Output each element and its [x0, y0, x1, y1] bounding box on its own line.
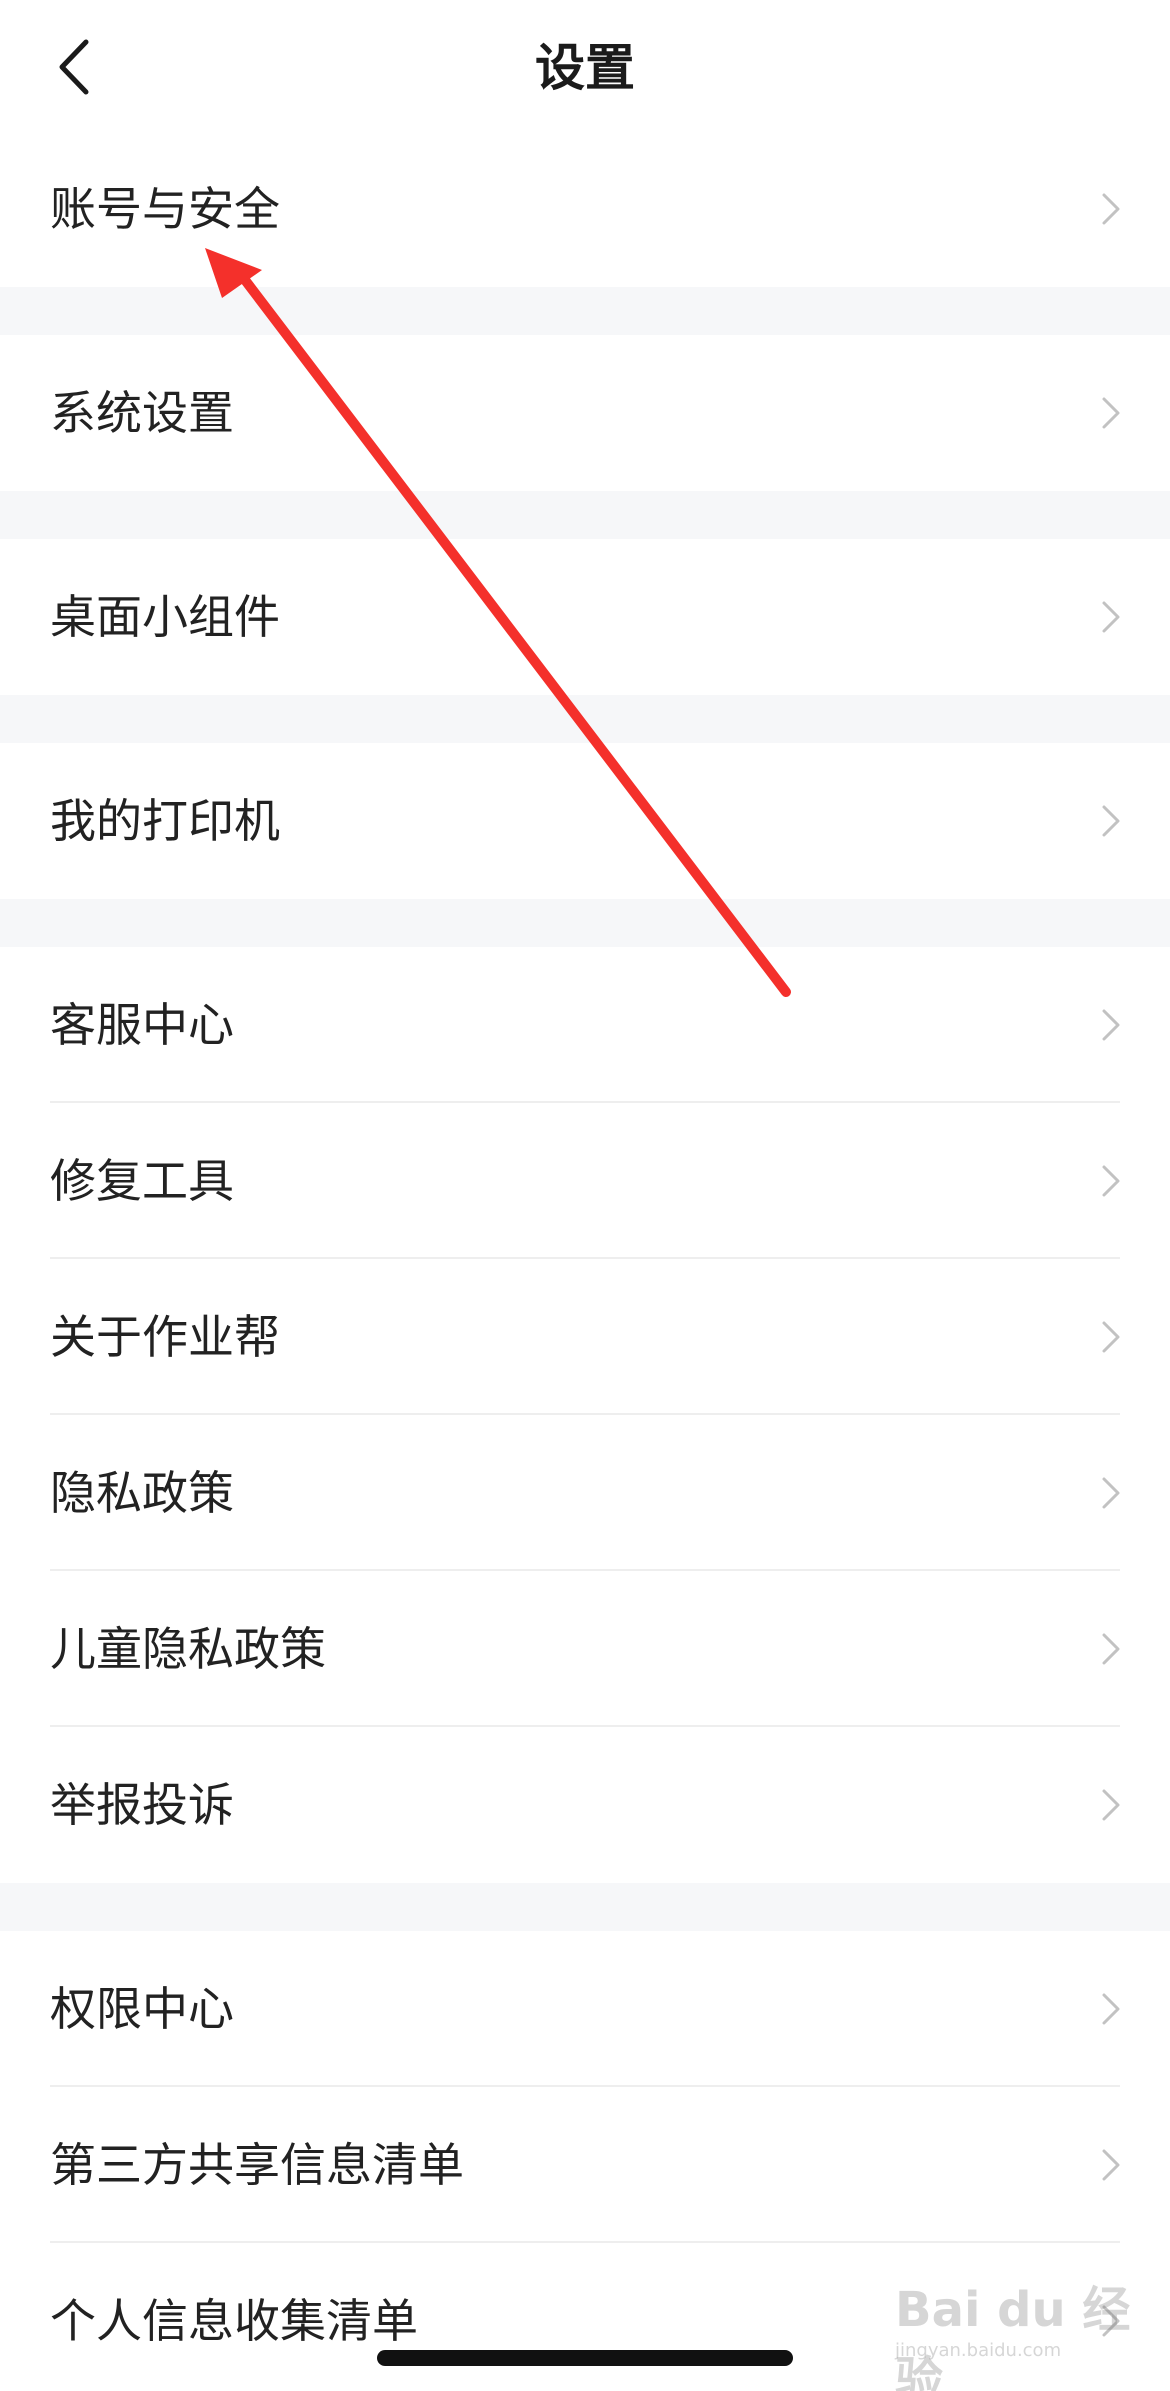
chevron-right-icon: [1100, 189, 1122, 229]
chevron-right-icon: [1100, 1473, 1122, 1513]
section-gap: [0, 695, 1170, 743]
watermark-domain: jingyan.baidu.com: [895, 2340, 1062, 2361]
settings-row-account-security[interactable]: 账号与安全: [0, 131, 1170, 287]
page-title: 设置: [535, 39, 635, 97]
chevron-right-icon: [1100, 1161, 1122, 1201]
settings-row-customer-service[interactable]: 客服中心: [0, 947, 1170, 1103]
chevron-right-icon: [1100, 1005, 1122, 1045]
nav-header: 设置: [0, 0, 1170, 130]
settings-row-privacy-policy[interactable]: 隐私政策: [0, 1415, 1170, 1571]
chevron-right-icon: [1100, 2145, 1122, 2185]
row-label: 客服中心: [50, 998, 234, 1052]
chevron-right-icon: [1100, 393, 1122, 433]
settings-row-child-privacy-policy[interactable]: 儿童隐私政策: [0, 1571, 1170, 1727]
settings-row-about[interactable]: 关于作业帮: [0, 1259, 1170, 1415]
section-gap: [0, 287, 1170, 335]
chevron-right-icon: [1100, 1785, 1122, 1825]
chevron-right-icon: [1100, 1629, 1122, 1669]
watermark-logo: Bai du 经验: [895, 2282, 1131, 2391]
section-gap: [0, 899, 1170, 947]
section-gap: [0, 491, 1170, 539]
settings-row-desktop-widgets[interactable]: 桌面小组件: [0, 539, 1170, 695]
row-label: 关于作业帮: [50, 1310, 280, 1364]
row-label: 儿童隐私政策: [50, 1622, 326, 1676]
row-label: 第三方共享信息清单: [50, 2138, 464, 2192]
chevron-right-icon: [1100, 1989, 1122, 2029]
row-label: 账号与安全: [50, 182, 280, 236]
settings-row-report-complaint[interactable]: 举报投诉: [0, 1727, 1170, 1883]
settings-row-third-party-sharing[interactable]: 第三方共享信息清单: [0, 2087, 1170, 2243]
chevron-right-icon: [1100, 597, 1122, 637]
chevron-right-icon: [1100, 1317, 1122, 1357]
settings-row-my-printer[interactable]: 我的打印机: [0, 743, 1170, 899]
settings-screen: 设置 账号与安全 系统设置 桌面小组件 我的打印机 客服中心 修复工具 关于作业…: [0, 0, 1170, 2391]
watermark: Bai du 经验 jingyan.baidu.com: [895, 2262, 1140, 2391]
section-gap: [0, 1883, 1170, 1931]
row-label: 举报投诉: [50, 1778, 234, 1832]
row-label: 我的打印机: [50, 794, 280, 848]
row-label: 系统设置: [50, 386, 234, 440]
row-label: 个人信息收集清单: [50, 2294, 418, 2348]
row-label: 桌面小组件: [50, 590, 280, 644]
chevron-right-icon: [1100, 801, 1122, 841]
row-label: 修复工具: [50, 1154, 234, 1208]
settings-row-system-settings[interactable]: 系统设置: [0, 335, 1170, 491]
row-label: 隐私政策: [50, 1466, 234, 1520]
row-label: 权限中心: [50, 1982, 234, 2036]
settings-row-repair-tool[interactable]: 修复工具: [0, 1103, 1170, 1259]
home-indicator[interactable]: [377, 2350, 793, 2366]
settings-row-permission-center[interactable]: 权限中心: [0, 1931, 1170, 2087]
